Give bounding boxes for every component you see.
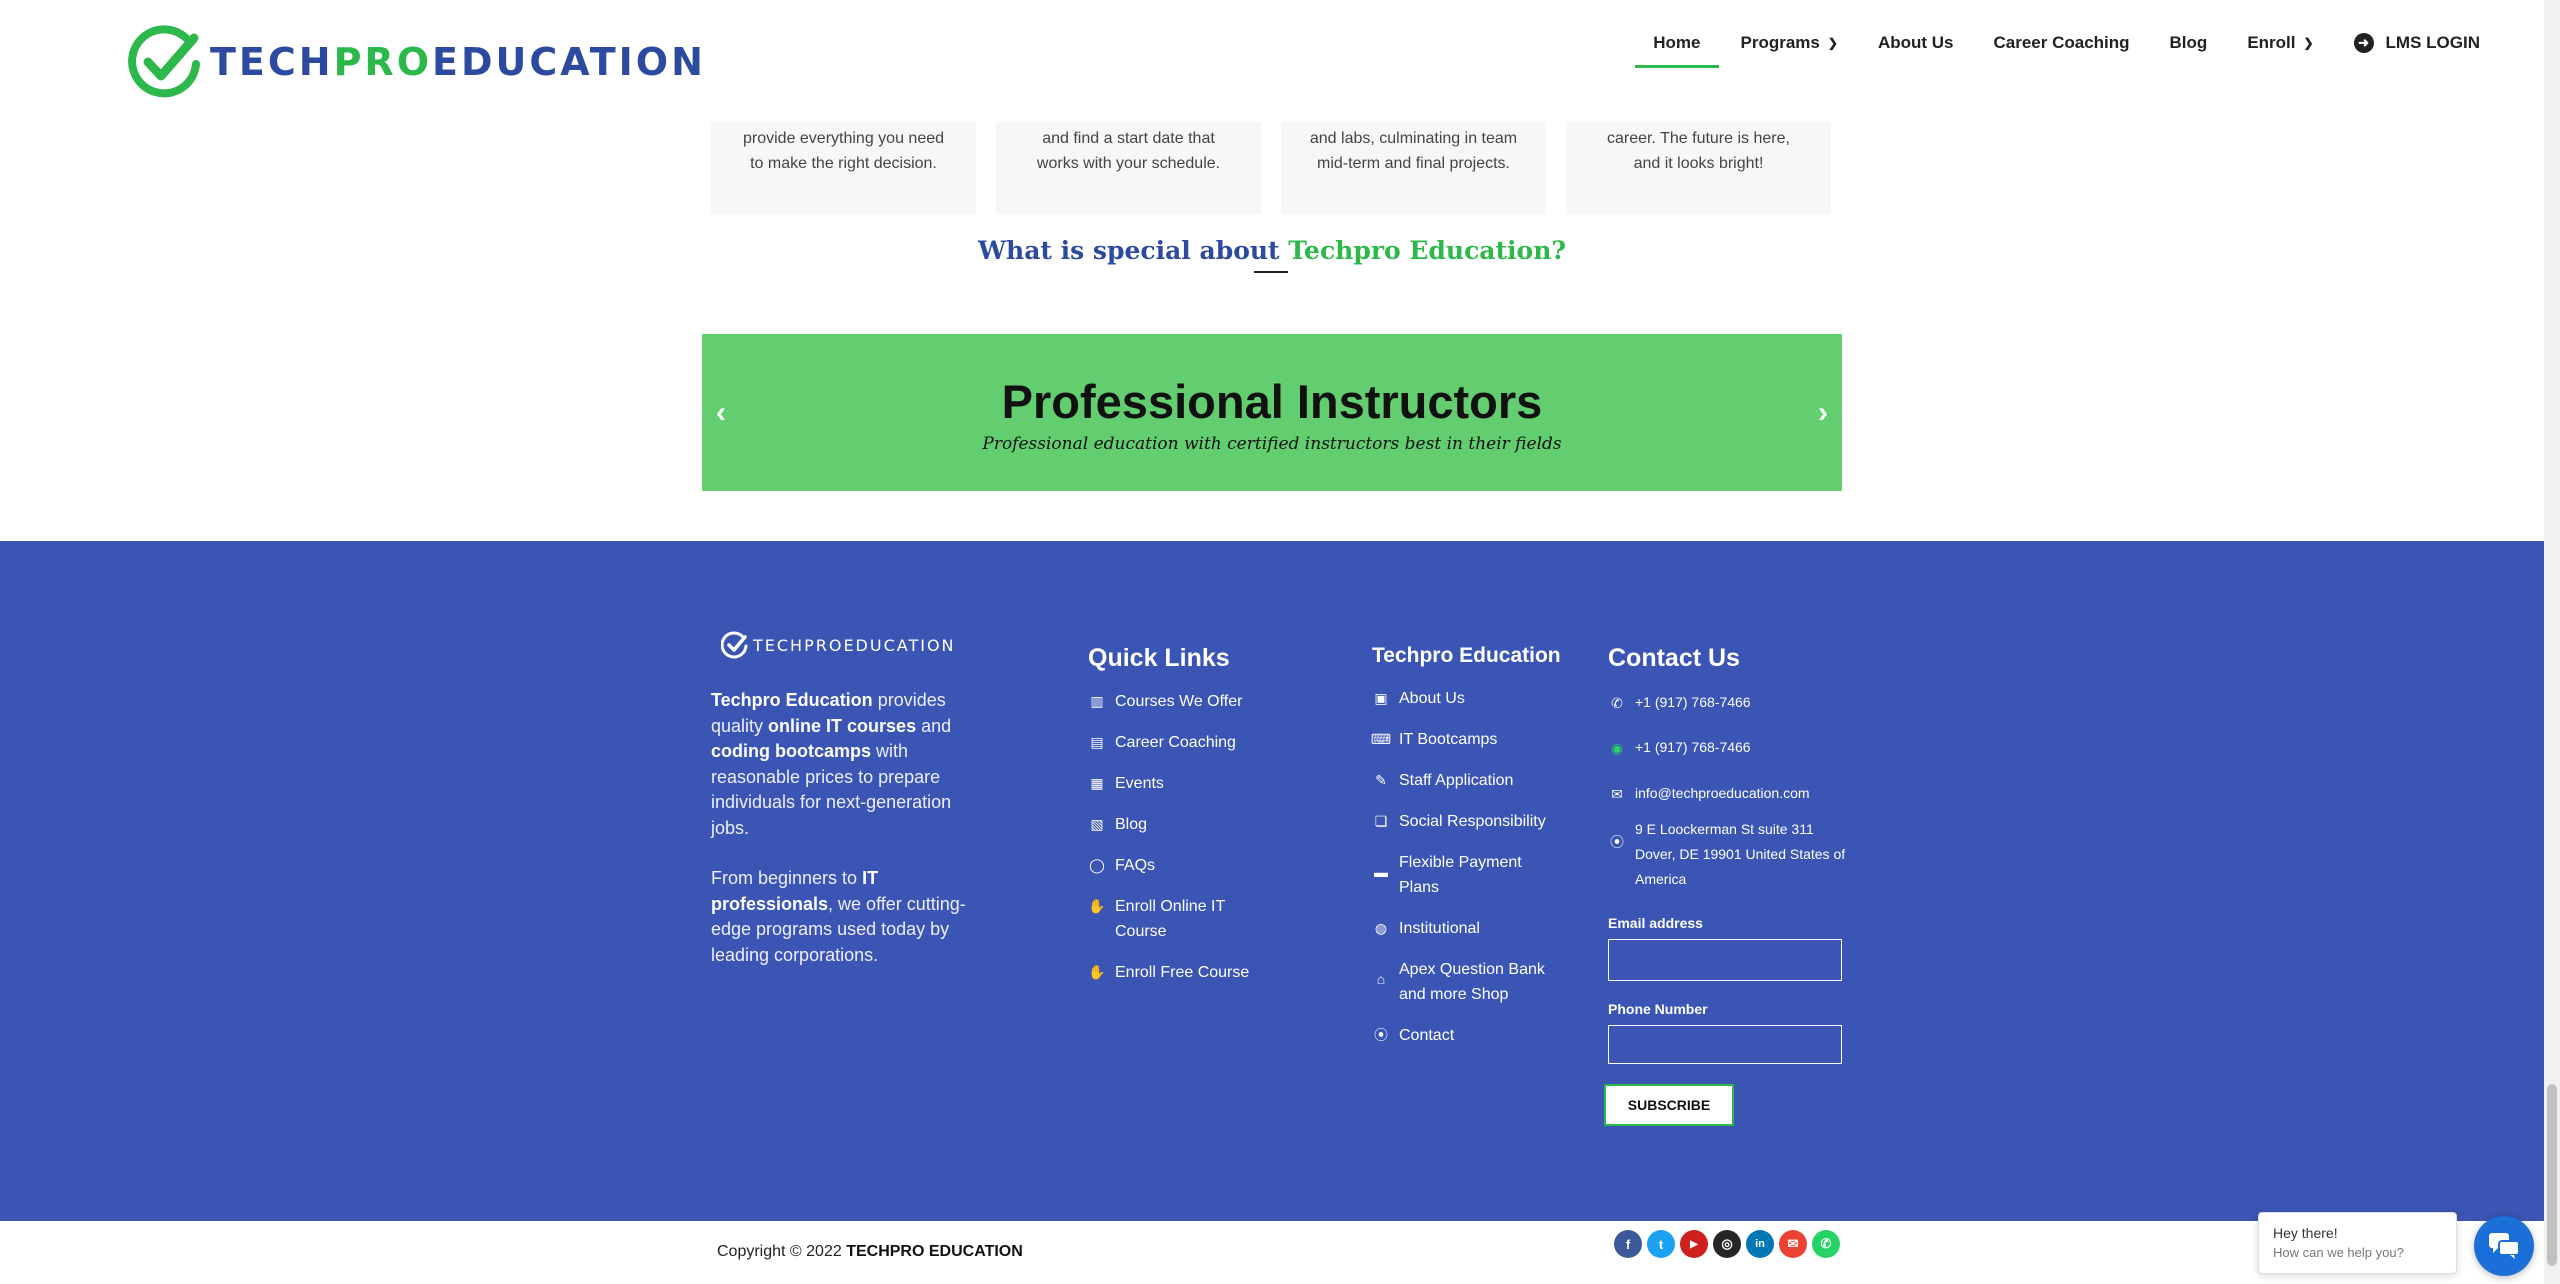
globe-icon: ◍	[1374, 919, 1388, 936]
subscribe-button[interactable]: SUBSCRIBE	[1604, 1084, 1734, 1126]
logo-text: TECHPROEDUCATION	[210, 40, 706, 84]
contact-email[interactable]: ✉ info@techproeducation.com	[1608, 781, 1809, 806]
nav-enroll[interactable]: Enroll ❯	[2247, 26, 2313, 60]
logo-check-icon	[128, 24, 204, 100]
shopping-basket-icon: ⌂	[1376, 970, 1386, 987]
chat-help-text: How can we help you?	[2273, 1245, 2404, 1260]
quick-link-faqs[interactable]: ◯ FAQs	[1088, 853, 1263, 894]
chat-icon	[2489, 1233, 2519, 1259]
techpro-link-payment-plans[interactable]: ▬ Flexible Payment Plans	[1372, 850, 1562, 916]
slide-title: Professional Instructors	[1001, 375, 1543, 428]
chat-launcher-button[interactable]	[2474, 1216, 2534, 1276]
contact-title: Contact Us	[1608, 644, 1740, 672]
email-label: Email address	[1608, 915, 1703, 931]
feature-slider: ‹ Professional Instructors Professional …	[702, 334, 1842, 491]
contact-address: ⦿ 9 E Loockerman St suite 311 Dover, DE 1…	[1610, 821, 1846, 887]
quick-links-list: ▥ Courses We Offer ▤ Career Coaching ▦ Even…	[1088, 689, 1263, 1001]
building-icon: ▥	[1090, 692, 1104, 709]
city-icon: ▤	[1090, 733, 1104, 750]
whatsapp-icon[interactable]: ✆	[1812, 1230, 1840, 1258]
techpro-link-staff-application[interactable]: ✎ Staff Application	[1372, 768, 1562, 809]
contact-phone[interactable]: ✆ +1 (917) 768-7466	[1608, 690, 1750, 715]
map-marker-icon: ⦿	[1610, 833, 1624, 850]
quick-link-courses[interactable]: ▥ Courses We Offer	[1088, 689, 1263, 730]
lms-login-link[interactable]: ➜ LMS LOGIN	[2353, 26, 2480, 60]
quick-link-blog[interactable]: ▧ Blog	[1088, 812, 1263, 853]
techpro-link-institutional[interactable]: ◍ Institutional	[1372, 916, 1562, 957]
footer-logo-text: TECHPROEDUCATION	[753, 635, 956, 655]
heading-underline	[1254, 271, 1288, 273]
social-links: f t ▶ ◎ in ✉ ✆	[1614, 1230, 1845, 1258]
twitter-icon[interactable]: t	[1647, 1230, 1675, 1258]
instagram-icon[interactable]: ◎	[1713, 1230, 1741, 1258]
handshake-icon: ✋	[1088, 963, 1106, 980]
nav-about-us[interactable]: About Us	[1878, 26, 1954, 60]
techpro-links-list: ▣ About Us ⌨ IT Bootcamps ✎ Staff Applicati…	[1370, 686, 1562, 1064]
money-bill-icon: ▬	[1374, 863, 1388, 880]
logo-check-icon	[720, 631, 749, 659]
site-logo[interactable]: TECHPROEDUCATION	[128, 24, 706, 100]
techpro-link-apex-shop[interactable]: ⌂ Apex Question Bank and more Shop	[1372, 957, 1562, 1023]
chat-greeting: Hey there!	[2273, 1225, 2338, 1241]
chevron-down-icon: ❯	[1827, 36, 1838, 50]
linkedin-icon[interactable]: in	[1746, 1230, 1774, 1258]
facebook-icon[interactable]: f	[1614, 1230, 1642, 1258]
quick-links-title: Quick Links	[1088, 644, 1230, 672]
envelope-icon[interactable]: ✉	[1779, 1230, 1807, 1258]
keyboard-icon: ⌨	[1370, 730, 1392, 747]
nav-home[interactable]: Home	[1635, 26, 1719, 68]
scrollbar-thumb[interactable]	[2547, 1084, 2557, 1266]
id-card-icon: ▣	[1374, 689, 1388, 706]
slide-subtitle: Professional education with certified in…	[982, 434, 1562, 454]
map-marker-icon: ⦿	[1374, 1026, 1388, 1043]
nav-programs[interactable]: Programs ❯	[1741, 26, 1838, 60]
envelope-icon: ✉	[1611, 785, 1623, 802]
techpro-link-contact[interactable]: ⦿ Contact	[1372, 1023, 1562, 1064]
chevron-down-icon: ❯	[2303, 36, 2314, 50]
handshake-icon: ✋	[1088, 897, 1106, 914]
quick-link-events[interactable]: ▦ Events	[1088, 771, 1263, 812]
techpro-links-title: Techpro Education	[1372, 644, 1561, 667]
book-open-icon: ▧	[1090, 815, 1104, 832]
comment-icon: ◯	[1089, 856, 1105, 873]
page-scrollbar[interactable]	[2544, 0, 2560, 1284]
copyright: Copyright © 2022 TECHPRO EDUCATION	[717, 1243, 1023, 1260]
arrow-right-circle-icon: ➜	[2353, 33, 2374, 53]
section-heading: What is special about Techpro Education?	[977, 236, 1567, 265]
techpro-link-about-us[interactable]: ▣ About Us	[1372, 686, 1562, 727]
techpro-link-social-responsibility[interactable]: ❏ Social Responsibility	[1372, 809, 1562, 850]
phone-field[interactable]	[1608, 1025, 1842, 1064]
slider-next-button[interactable]: ›	[1818, 396, 1828, 430]
email-field[interactable]	[1608, 939, 1842, 981]
footer-about: Techpro Education provides quality onlin…	[711, 690, 966, 965]
youtube-icon[interactable]: ▶	[1680, 1230, 1708, 1258]
quick-link-enroll-online[interactable]: ✋ Enroll Online IT Course	[1088, 894, 1263, 960]
main-nav: Home Programs ❯ About Us Career Coaching …	[1613, 26, 2480, 68]
chat-greeting-bubble[interactable]: Hey there! How can we help you?	[2258, 1212, 2457, 1274]
footer-logo[interactable]: TECHPROEDUCATION	[720, 631, 956, 659]
bottom-bar: Copyright © 2022 TECHPRO EDUCATION f t ▶…	[0, 1221, 2544, 1284]
phone-label: Phone Number	[1608, 1001, 1708, 1017]
nav-career-coaching[interactable]: Career Coaching	[1993, 26, 2129, 60]
nav-blog[interactable]: Blog	[2170, 26, 2208, 60]
contact-whatsapp[interactable]: ◉ +1 (917) 768-7466	[1608, 735, 1751, 760]
site-header: TECHPROEDUCATION Home Programs ❯ About Us…	[0, 0, 2544, 122]
phone-icon: ✆	[1611, 694, 1623, 711]
quick-link-enroll-free[interactable]: ✋ Enroll Free Course	[1088, 960, 1263, 1001]
site-footer: TECHPROEDUCATION Techpro Education provi…	[0, 541, 2544, 1221]
edit-icon: ✎	[1375, 771, 1387, 788]
techpro-link-it-bootcamps[interactable]: ⌨ IT Bootcamps	[1370, 727, 1562, 768]
quick-link-career-coaching[interactable]: ▤ Career Coaching	[1088, 730, 1263, 771]
whatsapp-icon: ◉	[1610, 739, 1624, 756]
comments-icon: ❏	[1374, 812, 1388, 829]
calendar-icon: ▦	[1090, 774, 1104, 791]
